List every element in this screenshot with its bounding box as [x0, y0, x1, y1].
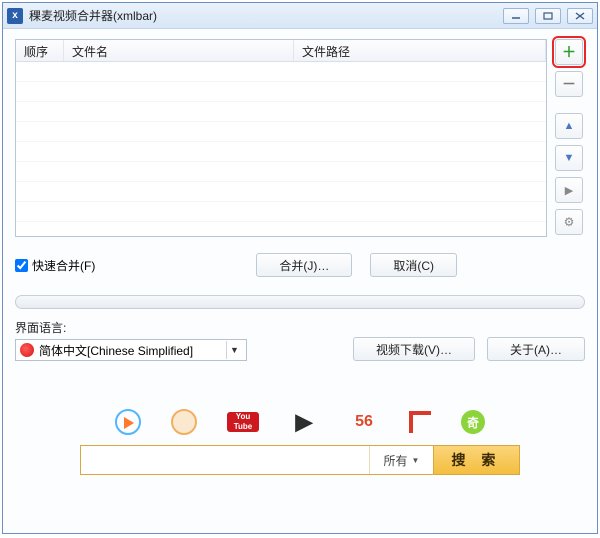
about-button[interactable]: 关于(A)… [487, 337, 585, 361]
minus-icon: － [562, 74, 576, 94]
video-download-button[interactable]: 视频下载(V)… [353, 337, 475, 361]
table-row [16, 82, 546, 102]
col-filepath[interactable]: 文件路径 [294, 40, 546, 61]
search-category-select[interactable]: 所有 ▼ [369, 446, 433, 474]
table-row [16, 122, 546, 142]
play-button[interactable]: ▶ [555, 177, 583, 203]
search-row: 所有 ▼ 搜 索 [15, 445, 585, 475]
table-row [16, 142, 546, 162]
arrow-up-icon: ▲ [564, 120, 575, 132]
search-category-label: 所有 [384, 452, 408, 469]
merge-row: 快速合并(F) 合并(J)… 取消(C) [15, 253, 585, 277]
brand-icon-1[interactable] [115, 409, 141, 435]
minimize-icon [511, 12, 521, 20]
brand-icon-4[interactable]: ▶ [289, 409, 319, 435]
col-order[interactable]: 顺序 [16, 40, 64, 61]
merge-button[interactable]: 合并(J)… [256, 253, 352, 277]
arrow-down-icon: ▼ [564, 152, 575, 164]
fast-merge-checkbox[interactable]: 快速合并(F) [15, 257, 95, 274]
brand-icon-6[interactable] [409, 411, 431, 433]
chevron-down-icon: ▼ [412, 456, 420, 465]
add-button[interactable]: ＋ [555, 39, 583, 65]
settings-button[interactable]: ⚙ [555, 209, 583, 235]
content-area: 顺序 文件名 文件路径 ＋ [3, 29, 597, 533]
brand-icon-iqiyi[interactable]: 奇 [461, 410, 485, 434]
table-header-row: 顺序 文件名 文件路径 [16, 40, 546, 62]
language-label: 界面语言: [15, 319, 247, 336]
plus-icon: ＋ [562, 42, 576, 62]
window-controls [503, 8, 593, 24]
app-icon: x [7, 8, 23, 24]
close-icon [575, 12, 585, 20]
cancel-button[interactable]: 取消(C) [370, 253, 457, 277]
language-block: 界面语言: 简体中文[Chinese Simplified] ▼ [15, 319, 247, 361]
search-box: 所有 ▼ 搜 索 [80, 445, 520, 475]
window-title: 稞麦视频合并器(xmlbar) [29, 7, 503, 24]
flag-icon [20, 343, 34, 357]
brand-icon-56[interactable]: 56 [349, 409, 379, 435]
table-row [16, 62, 546, 82]
move-down-button[interactable]: ▼ [555, 145, 583, 171]
fast-merge-label: 快速合并(F) [32, 257, 95, 274]
search-input[interactable] [81, 446, 369, 474]
table-body [16, 62, 546, 236]
minimize-button[interactable] [503, 8, 529, 24]
table-row [16, 202, 546, 222]
table-row [16, 102, 546, 122]
remove-button[interactable]: － [555, 71, 583, 97]
maximize-icon [543, 12, 553, 20]
titlebar: x 稞麦视频合并器(xmlbar) [3, 3, 597, 29]
table-row [16, 182, 546, 202]
side-buttons: ＋ － ▲ ▼ ▶ ⚙ [555, 39, 585, 237]
gear-icon: ⚙ [564, 215, 575, 229]
search-button-label: 搜 索 [452, 450, 502, 470]
app-window: x 稞麦视频合并器(xmlbar) 顺序 文件名 文件路径 [2, 2, 598, 534]
move-up-button[interactable]: ▲ [555, 113, 583, 139]
table-row [16, 162, 546, 182]
fast-merge-input[interactable] [15, 259, 28, 272]
language-select[interactable]: 简体中文[Chinese Simplified] ▼ [15, 339, 247, 361]
file-list-area: 顺序 文件名 文件路径 ＋ [15, 39, 585, 237]
col-filename[interactable]: 文件名 [64, 40, 294, 61]
search-button[interactable]: 搜 索 [433, 446, 519, 474]
youtube-icon[interactable]: You Tube [227, 412, 259, 432]
lang-row: 界面语言: 简体中文[Chinese Simplified] ▼ 视频下载(V)… [15, 319, 585, 361]
brand-icons-row: You Tube ▶ 56 奇 [15, 409, 585, 435]
brand-icon-2[interactable] [171, 409, 197, 435]
chevron-down-icon: ▼ [226, 341, 242, 359]
language-value: 简体中文[Chinese Simplified] [39, 342, 193, 359]
file-table[interactable]: 顺序 文件名 文件路径 [15, 39, 547, 237]
close-button[interactable] [567, 8, 593, 24]
play-icon: ▶ [565, 184, 573, 197]
maximize-button[interactable] [535, 8, 561, 24]
divider-bar [15, 295, 585, 309]
